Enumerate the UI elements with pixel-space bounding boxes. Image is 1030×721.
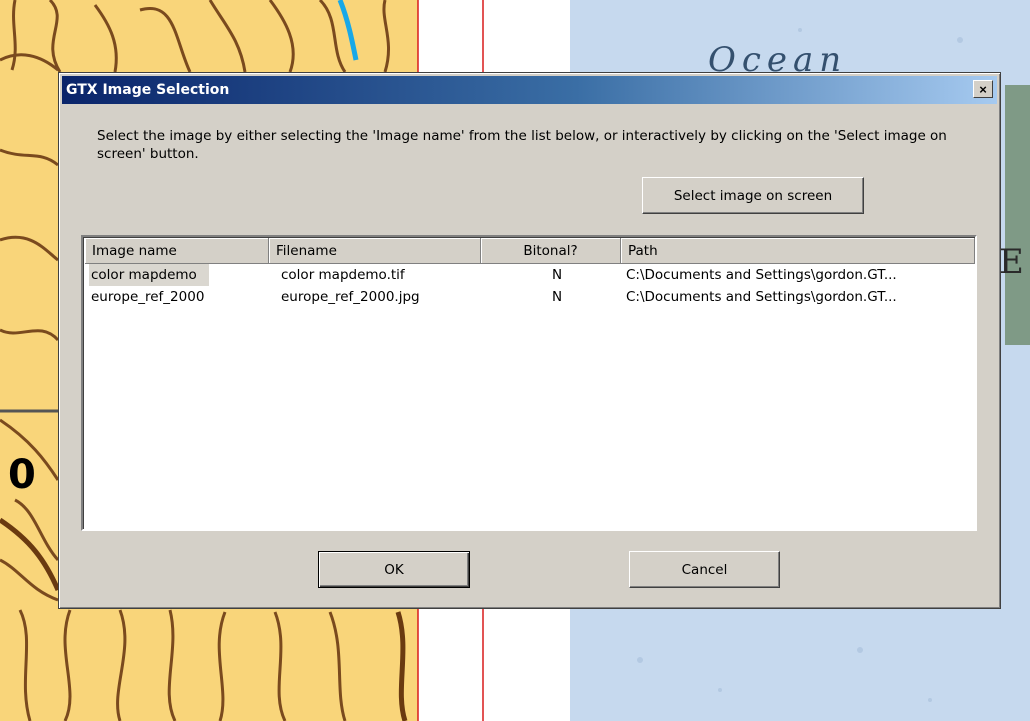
ok-button[interactable]: OK	[318, 551, 470, 588]
list-row-europe-ref-2000[interactable]: europe_ref_2000 europe_ref_2000.jpg N C:…	[85, 286, 975, 308]
column-header-path[interactable]: Path	[621, 238, 975, 264]
row-bitonal: N	[551, 289, 563, 305]
row-path: C:\Documents and Settings\gordon.GT...	[626, 267, 897, 283]
column-header-bitonal[interactable]: Bitonal?	[481, 238, 621, 264]
instructions-text: Select the image by either selecting the…	[97, 128, 947, 162]
close-button[interactable]: ×	[973, 80, 993, 98]
map-label-contour-value: 0	[8, 452, 36, 498]
list-header: Image name Filename Bitonal? Path	[85, 238, 975, 264]
row-bitonal: N	[551, 267, 563, 283]
column-header-image-name[interactable]: Image name	[85, 238, 269, 264]
row-image-name: color mapdemo	[89, 264, 209, 286]
coastline-land	[1005, 85, 1030, 345]
list-row-color-mapdemo[interactable]: color mapdemo color mapdemo.tif N C:\Doc…	[85, 264, 975, 286]
row-filename: color mapdemo.tif	[281, 267, 405, 283]
row-image-name: europe_ref_2000	[91, 289, 205, 305]
column-header-filename[interactable]: Filename	[269, 238, 481, 264]
image-list[interactable]: Image name Filename Bitonal? Path color …	[81, 235, 977, 531]
select-image-on-screen-button[interactable]: Select image on screen	[642, 177, 864, 214]
row-path: C:\Documents and Settings\gordon.GT...	[626, 289, 897, 305]
dialog-titlebar[interactable]: GTX Image Selection ×	[62, 76, 997, 104]
close-icon: ×	[979, 81, 987, 97]
map-label-edge: E	[999, 242, 1024, 282]
cancel-button[interactable]: Cancel	[629, 551, 780, 588]
row-filename: europe_ref_2000.jpg	[281, 289, 420, 305]
dialog-title: GTX Image Selection	[66, 82, 230, 98]
image-selection-dialog: GTX Image Selection × Select the image b…	[58, 72, 1001, 609]
